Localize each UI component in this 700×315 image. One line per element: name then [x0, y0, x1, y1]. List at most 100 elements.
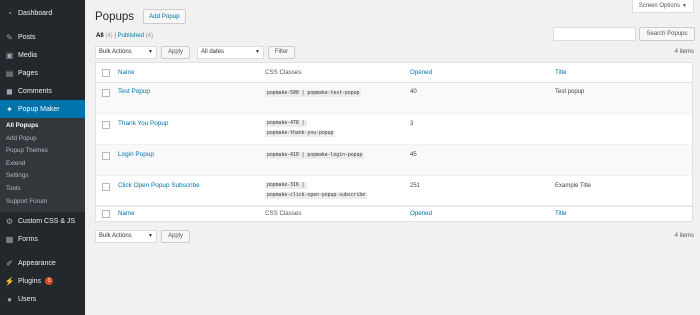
- filter-published-link[interactable]: Published (4): [118, 33, 153, 39]
- apply-button-top[interactable]: Apply: [161, 46, 190, 59]
- bulk-actions-label: Bulk Actions: [99, 49, 132, 55]
- column-name-header[interactable]: Name: [118, 69, 135, 76]
- opened-count: 40: [410, 89, 417, 95]
- sidebar-item-label: Comments: [18, 87, 52, 95]
- column-opened-footer[interactable]: Opened: [410, 210, 432, 217]
- css-classes-cell: popmake-410 | popmake-login-popup: [265, 151, 365, 161]
- admin-sidebar: ◔ Dashboard ✎ Posts ▣ Media ▤ Pages ◼ Co…: [0, 0, 85, 315]
- filter-separator: |: [114, 33, 116, 39]
- sidebar-item-custom-css[interactable]: ⚙ Custom CSS & JS: [0, 212, 85, 230]
- column-title-footer[interactable]: Title: [555, 210, 566, 217]
- table-header-row: Name CSS Classes Opened Title: [96, 63, 692, 83]
- pin-icon: ✎: [6, 32, 13, 42]
- submenu-settings[interactable]: Settings: [0, 170, 85, 183]
- css-class-code: popmake-thank-you-popup: [265, 130, 336, 137]
- submenu-support-forum[interactable]: Support Forum: [0, 196, 85, 209]
- table-row: Login Popup popmake-410 | popmake-login-…: [96, 145, 692, 176]
- filter-published-label: Published: [117, 33, 144, 39]
- screen-options-button[interactable]: Screen Options ▼: [631, 0, 694, 13]
- css-class-code: popmake-410 | popmake-login-popup: [265, 152, 365, 159]
- select-all-checkbox[interactable]: [102, 69, 110, 77]
- row-checkbox[interactable]: [102, 183, 110, 191]
- filter-all-count: (4): [105, 33, 113, 39]
- sidebar-item-plugins[interactable]: ⚡ Plugins 3: [0, 272, 85, 290]
- column-css-footer: CSS Classes: [265, 210, 302, 217]
- search-popups-button[interactable]: Search Popups: [639, 27, 695, 41]
- popup-name-link[interactable]: Test Popup: [118, 88, 150, 95]
- css-class-code: popmake-478 |: [265, 120, 307, 127]
- opened-count: 251: [410, 183, 421, 189]
- sidebar-item-dashboard[interactable]: ◔ Dashboard: [0, 4, 85, 22]
- popup-name-link[interactable]: Login Popup: [118, 151, 154, 158]
- column-name-footer[interactable]: Name: [118, 210, 135, 217]
- sidebar-item-label: Custom CSS & JS: [18, 217, 76, 225]
- bulk-actions-select-top[interactable]: Bulk Actions ▼: [95, 46, 157, 59]
- status-filter-links: All (4) | Published (4): [96, 33, 153, 39]
- popup-title: Example Title: [555, 183, 592, 189]
- sidebar-item-label: Pages: [18, 69, 38, 77]
- filter-all-link[interactable]: All (4): [96, 33, 113, 39]
- pages-icon: ▤: [5, 68, 14, 78]
- row-checkbox[interactable]: [102, 89, 110, 97]
- submenu-extend[interactable]: Extend: [0, 158, 85, 171]
- css-classes-cell: popmake-478 | popmake-thank-you-popup: [265, 119, 405, 139]
- submenu-add-popup[interactable]: Add Popup: [0, 133, 85, 146]
- filter-published-count: (4): [145, 33, 153, 39]
- sidebar-item-pages[interactable]: ▤ Pages: [0, 64, 85, 82]
- apply-button-bottom[interactable]: Apply: [161, 230, 190, 243]
- sidebar-item-media[interactable]: ▣ Media: [0, 46, 85, 64]
- page-title: Popups: [95, 11, 135, 23]
- sidebar-item-label: Dashboard: [18, 9, 53, 17]
- chevron-down-icon: ▼: [255, 49, 260, 55]
- main-content: Screen Options ▼ Popups Add Popup All (4)…: [85, 0, 700, 315]
- popup-name-link[interactable]: Click Open Popup Subscribe: [118, 182, 200, 189]
- sidebar-item-forms[interactable]: ▦ Forms: [0, 230, 85, 248]
- row-checkbox[interactable]: [102, 121, 110, 129]
- opened-count: 3: [410, 121, 414, 127]
- row-checkbox[interactable]: [102, 152, 110, 160]
- items-count-top: 4 items: [674, 49, 694, 55]
- submenu-tools[interactable]: Tools: [0, 183, 85, 196]
- media-icon: ▣: [5, 50, 14, 60]
- forms-icon: ▦: [5, 234, 14, 244]
- popup-maker-submenu: All Popups Add Popup Popup Themes Extend…: [0, 118, 85, 213]
- chevron-down-icon: ▼: [148, 233, 153, 239]
- appearance-icon: ✐: [6, 258, 13, 268]
- date-filter-label: All dates: [201, 49, 225, 55]
- submenu-popup-themes[interactable]: Popup Themes: [0, 145, 85, 158]
- sidebar-item-comments[interactable]: ◼ Comments: [0, 82, 85, 100]
- caret-down-icon: ▼: [682, 3, 687, 9]
- add-popup-button[interactable]: Add Popup: [143, 9, 186, 24]
- screen-options-label: Screen Options: [638, 3, 681, 9]
- select-all-checkbox[interactable]: [102, 210, 110, 218]
- opened-count: 45: [410, 152, 417, 158]
- users-icon: ●: [7, 294, 12, 304]
- popup-name-link[interactable]: Thank You Popup: [118, 120, 168, 127]
- sidebar-item-label: Plugins: [18, 277, 41, 285]
- sidebar-item-label: Popup Maker: [18, 105, 60, 113]
- table-row: Test Popup popmake-500 | popmake-test-po…: [96, 83, 692, 114]
- css-class-code: popmake-316 |: [265, 182, 307, 189]
- css-class-code: popmake-click-open-popup-subscribe: [265, 192, 368, 199]
- date-filter-select[interactable]: All dates ▼: [197, 46, 264, 59]
- sidebar-item-label: Media: [18, 51, 38, 59]
- sidebar-item-posts[interactable]: ✎ Posts: [0, 28, 85, 46]
- popup-title: Test popup: [555, 89, 585, 95]
- plugins-update-badge: 3: [44, 277, 53, 286]
- filter-all-label: All: [96, 33, 104, 39]
- sidebar-item-users[interactable]: ● Users: [0, 290, 85, 308]
- submenu-all-popups[interactable]: All Popups: [0, 120, 85, 133]
- search-input[interactable]: [553, 27, 636, 41]
- bulk-actions-select-bottom[interactable]: Bulk Actions ▼: [95, 230, 157, 243]
- comments-icon: ◼: [6, 86, 13, 96]
- column-opened-header[interactable]: Opened: [410, 69, 432, 76]
- sidebar-item-popup-maker[interactable]: ✦ Popup Maker: [0, 100, 85, 118]
- sidebar-item-label: Appearance: [18, 259, 56, 267]
- column-css-header: CSS Classes: [265, 69, 302, 76]
- filter-button[interactable]: Filter: [268, 46, 295, 59]
- column-title-header[interactable]: Title: [555, 69, 566, 76]
- items-count-bottom: 4 items: [674, 233, 694, 239]
- sidebar-item-appearance[interactable]: ✐ Appearance: [0, 254, 85, 272]
- sidebar-item-label: Forms: [18, 235, 38, 243]
- bulk-actions-label: Bulk Actions: [99, 233, 132, 239]
